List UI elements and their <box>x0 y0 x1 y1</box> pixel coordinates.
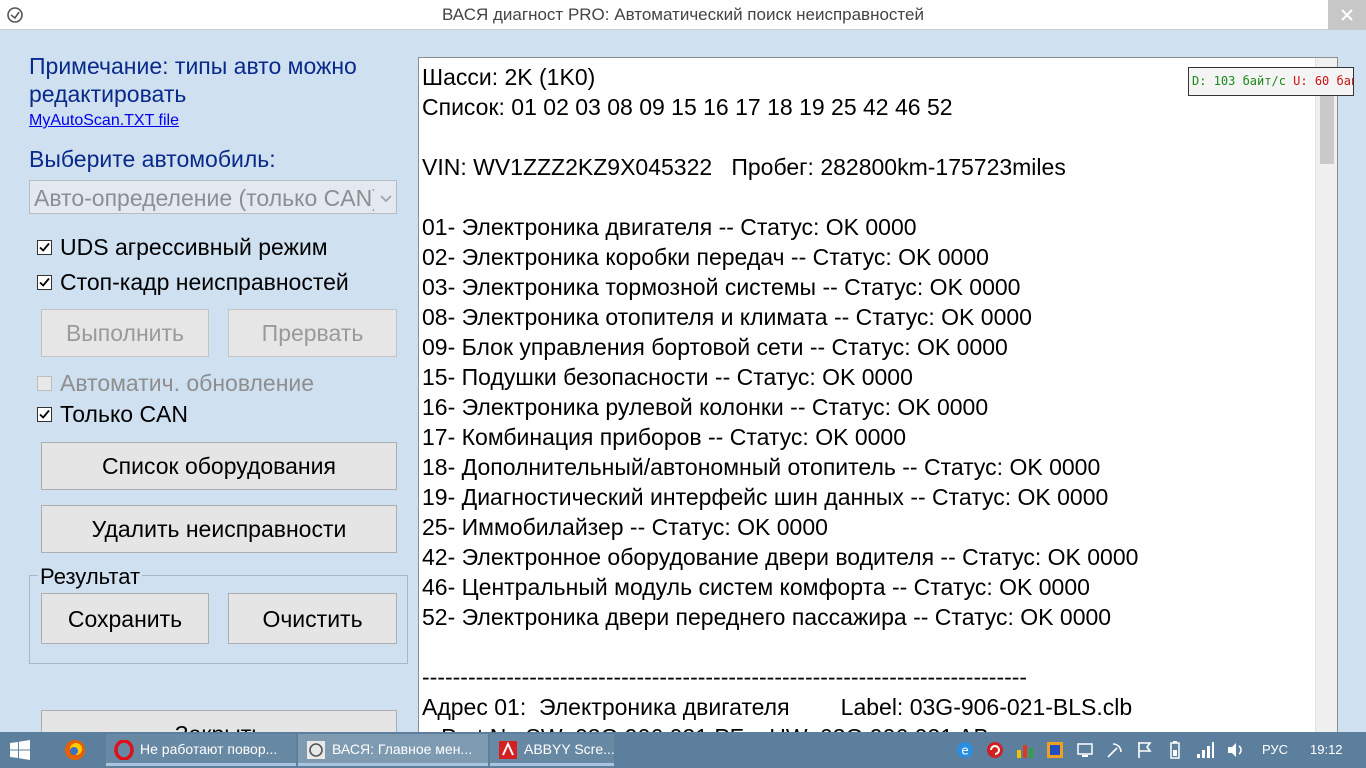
output-line: 19- Диагностический интерфейс шин данных… <box>422 484 1109 510</box>
auto-update-label: Автоматич. обновление <box>60 370 315 396</box>
window-title: ВАСЯ диагност PRO: Автоматический поиск … <box>442 5 924 24</box>
clear-faults-button[interactable]: Удалить неисправности <box>41 505 397 553</box>
output-line: 02- Электроника коробки передач -- Стату… <box>422 244 989 270</box>
svg-text:e: e <box>961 744 968 758</box>
uds-aggressive-label: UDS агрессивный режим <box>60 234 328 260</box>
car-select[interactable]: Авто-определение (только CAN) <box>29 180 397 214</box>
taskbar-task[interactable]: ABBYY Scre... <box>490 734 614 766</box>
output-line: VIN: WV1ZZZ2KZ9X045322 Пробег: 282800km-… <box>422 154 1066 180</box>
autoscan-file-link[interactable]: MyAutoScan.TXT file <box>29 112 179 130</box>
output-line: 25- Иммобилайзер -- Статус: OK 0000 <box>422 514 828 540</box>
output-line: 15- Подушки безопасности -- Статус: OK 0… <box>422 364 913 390</box>
freeze-frame-checkbox[interactable]: Стоп-кадр неисправностей <box>37 269 349 296</box>
output-line: 52- Электроника двери переднего пассажир… <box>422 604 1112 630</box>
output-line: Адрес 01: Электроника двигателя Label: 0… <box>422 694 1133 720</box>
title-bar: ВАСЯ диагност PRO: Автоматический поиск … <box>0 0 1366 30</box>
volume-icon[interactable] <box>1225 740 1245 760</box>
opera-icon <box>114 740 134 760</box>
signal-icon[interactable] <box>1195 740 1215 760</box>
taskbar-task[interactable]: Не работают повор... <box>106 734 296 766</box>
close-window-button[interactable] <box>1328 0 1366 30</box>
output-line: Шасси: 2K (1K0) <box>422 64 596 90</box>
flag-icon[interactable] <box>1135 740 1155 760</box>
clear-button[interactable]: Очистить <box>228 593 397 644</box>
app-tray-icon[interactable] <box>1045 740 1065 760</box>
firefox-icon[interactable] <box>60 736 90 764</box>
equipment-list-button[interactable]: Список оборудования <box>41 442 397 490</box>
can-only-checkbox[interactable]: Только CAN <box>37 401 188 428</box>
select-car-label: Выберите автомобиль: <box>29 146 276 172</box>
close-icon <box>1341 9 1353 21</box>
traffic-indicator: D: 103 байт/с U: 60 байт/с <box>1188 67 1354 96</box>
run-button[interactable]: Выполнить <box>41 309 209 357</box>
checkmark-icon <box>39 242 50 252</box>
vasya-icon <box>307 741 325 759</box>
chart-icon[interactable] <box>1015 740 1035 760</box>
output-line: 16- Электроника рулевой колонки -- Стату… <box>422 394 989 420</box>
taskbar-task[interactable]: ВАСЯ: Главное мен... <box>298 734 488 766</box>
vertical-scrollbar[interactable] <box>1315 58 1337 736</box>
windows-start-icon[interactable] <box>10 740 30 760</box>
satellite-icon[interactable] <box>1105 740 1125 760</box>
chevron-down-icon <box>380 195 392 203</box>
abbyy-icon <box>499 741 517 759</box>
auto-update-checkbox[interactable]: Автоматич. обновление <box>37 370 314 397</box>
freeze-frame-label: Стоп-кадр неисправностей <box>60 269 349 295</box>
checkbox-box[interactable] <box>37 240 52 255</box>
task-label: Не работают повор... <box>140 741 278 757</box>
checkmark-icon <box>39 277 50 287</box>
clock[interactable]: 19:12 <box>1310 742 1343 757</box>
output-line: 09- Блок управления бортовой сети -- Ста… <box>422 334 1008 360</box>
output-line: 18- Дополнительный/автономный отопитель … <box>422 454 1101 480</box>
network-adapter-icon[interactable] <box>1075 740 1095 760</box>
note-text: Примечание: типы авто можно редактироват… <box>29 53 357 107</box>
diagnostic-output[interactable]: Шасси: 2K (1K0) Список: 01 02 03 08 09 15… <box>418 57 1338 737</box>
output-line: 42- Электронное оборудование двери водит… <box>422 544 1139 570</box>
output-line: 03- Электроника тормозной системы -- Ста… <box>422 274 1021 300</box>
task-label: ВАСЯ: Главное мен... <box>332 741 473 757</box>
checkbox-box[interactable] <box>37 376 52 391</box>
abort-button[interactable]: Прервать <box>228 309 397 357</box>
output-line: 17- Комбинация приборов -- Статус: OK 00… <box>422 424 906 450</box>
update-icon[interactable] <box>985 740 1005 760</box>
output-line: 08- Электроника отопителя и климата -- С… <box>422 304 1032 330</box>
result-group-title: Результат <box>38 564 143 590</box>
download-rate: D: 103 байт/с <box>1192 74 1286 88</box>
checkbox-box[interactable] <box>37 275 52 290</box>
car-select-value: Авто-определение (только CAN) <box>34 185 374 211</box>
uds-aggressive-checkbox[interactable]: UDS агрессивный режим <box>37 234 328 261</box>
language-indicator[interactable]: РУС <box>1262 742 1288 757</box>
save-button[interactable]: Сохранить <box>41 593 209 644</box>
upload-rate: U: 60 байт/с <box>1293 74 1353 88</box>
checkmark-icon <box>39 409 50 419</box>
checkbox-box[interactable] <box>37 407 52 422</box>
output-line: 01- Электроника двигателя -- Статус: OK … <box>422 214 917 240</box>
battery-icon[interactable] <box>1165 740 1185 760</box>
main-window: Примечание: типы авто можно редактироват… <box>0 30 1366 758</box>
taskbar: Не работают повор... ВАСЯ: Главное мен..… <box>0 732 1366 768</box>
can-only-label: Только CAN <box>60 401 189 427</box>
ie-icon[interactable]: e <box>955 740 975 760</box>
output-line: Список: 01 02 03 08 09 15 16 17 18 19 25… <box>422 94 953 120</box>
output-lines: Шасси: 2K (1K0) Список: 01 02 03 08 09 15… <box>422 62 1312 736</box>
output-line: ----------------------------------------… <box>422 664 1028 690</box>
output-line: 46- Центральный модуль систем комфорта -… <box>422 574 1090 600</box>
task-label: ABBYY Scre... <box>524 741 614 757</box>
